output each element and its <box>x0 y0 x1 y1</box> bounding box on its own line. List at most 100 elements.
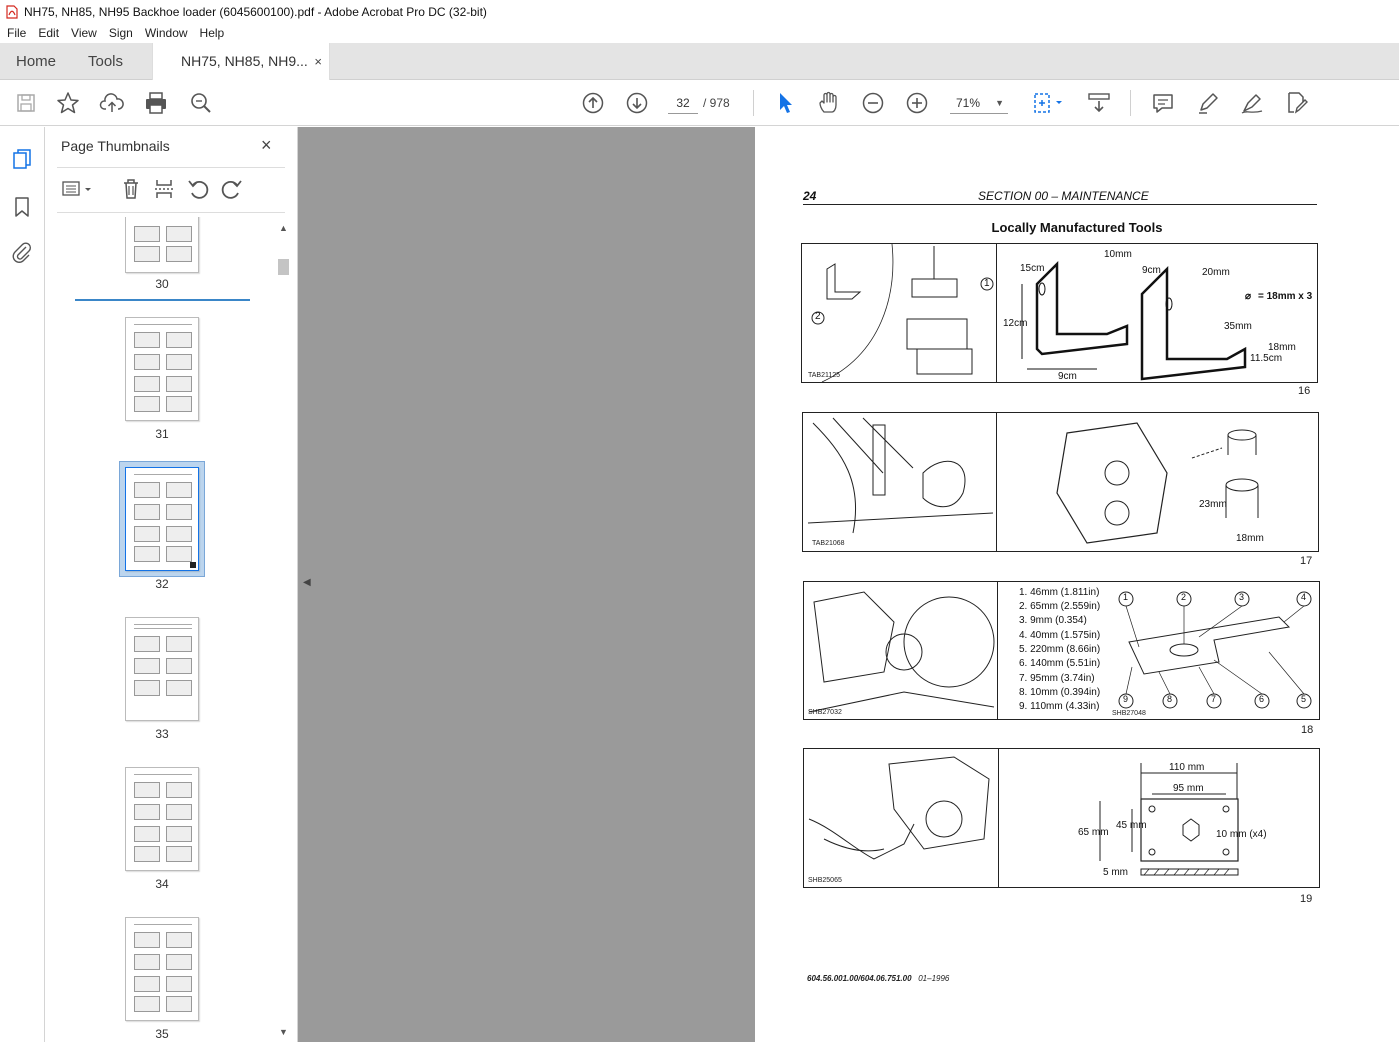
thumbnail-options-icon[interactable] <box>61 177 95 201</box>
attachments-paperclip-icon[interactable] <box>10 240 34 264</box>
figure-code: TAB21125 <box>808 372 841 379</box>
page-thumbnails-icon[interactable] <box>10 147 34 171</box>
main-toolbar: 32 / 978 71% ▼ <box>0 80 1399 126</box>
thumbnail-page-number: 33 <box>155 727 169 741</box>
thumbnail-page[interactable] <box>125 767 199 871</box>
page-thumbnails-panel: Page Thumbnails × 30 31 32 33 34 35 ▲ ▼ <box>45 127 298 1042</box>
thumbnail-resize-handle[interactable] <box>190 562 196 568</box>
document-tab-label: NH75, NH85, NH9... <box>181 53 308 69</box>
section-title: SECTION 00 – MAINTENANCE <box>978 189 1149 203</box>
figure-code: SHB27048 <box>1112 710 1146 717</box>
thumbnail-page[interactable] <box>125 917 199 1021</box>
diameter-symbol: ⌀ <box>1245 291 1252 302</box>
tab-document[interactable]: NH75, NH85, NH9... × <box>152 43 330 80</box>
figure-19-dimension-drawing <box>1099 763 1239 876</box>
thumbnail-page-number: 30 <box>155 277 169 291</box>
thumbnail-page-selected[interactable] <box>125 467 199 571</box>
print-icon[interactable] <box>143 90 169 116</box>
thumbnail-scrollbar[interactable]: ▲ ▼ <box>277 219 291 1039</box>
menu-help[interactable]: Help <box>194 23 231 43</box>
bookmarks-icon[interactable] <box>10 195 34 219</box>
figure-number: 16 <box>1298 385 1311 397</box>
previous-page-icon[interactable] <box>580 90 606 116</box>
upload-cloud-icon[interactable] <box>99 90 125 116</box>
thumbnail-page-number: 35 <box>155 1027 169 1041</box>
menu-window[interactable]: Window <box>139 23 194 43</box>
window-title: NH75, NH85, NH95 Backhoe loader (6045600… <box>24 4 487 19</box>
figure-18: SHB27032 1. 46mm (1.811in) 2. 65mm (2.55… <box>803 581 1320 720</box>
thumbnail-page-number: 32 <box>155 577 169 591</box>
figure-number: 19 <box>1300 893 1313 905</box>
zoom-out-icon[interactable] <box>860 90 886 116</box>
edit-document-icon[interactable] <box>1283 90 1309 116</box>
figure-code: TAB21068 <box>812 540 845 547</box>
tab-tools[interactable]: Tools <box>88 43 123 80</box>
tab-bar: Home Tools NH75, NH85, NH9... × <box>0 43 1399 80</box>
figure-code: SHB25065 <box>808 877 842 884</box>
rotate-counterclockwise-icon[interactable] <box>186 177 210 201</box>
menu-edit[interactable]: Edit <box>32 23 65 43</box>
menu-file[interactable]: File <box>0 23 32 43</box>
page-total-label: / 978 <box>703 96 730 110</box>
close-tab-icon[interactable]: × <box>314 43 322 80</box>
figure-17: TAB21068 23mm 18mm <box>802 412 1319 552</box>
next-page-icon[interactable] <box>624 90 650 116</box>
title-bar: NH75, NH85, NH95 Backhoe loader (6045600… <box>0 0 1399 23</box>
zoom-in-icon[interactable] <box>904 90 930 116</box>
chevron-down-icon: ▼ <box>995 98 1004 108</box>
figure-16: 2 1 TAB21125 10mm 15cm 9cm 20mm ⌀ = 18mm… <box>801 243 1318 383</box>
comment-icon[interactable] <box>1150 90 1176 116</box>
scroll-down-icon[interactable]: ▼ <box>279 1027 288 1037</box>
footer-code: 604.56.001.00/604.06.751.00 <box>807 974 912 983</box>
tab-home[interactable]: Home <box>16 43 56 80</box>
thumbnail-page-number: 34 <box>155 877 169 891</box>
star-bookmark-icon[interactable] <box>55 90 81 116</box>
menu-sign[interactable]: Sign <box>103 23 139 43</box>
zoom-level-value: 71% <box>956 96 981 110</box>
select-cursor-icon[interactable] <box>772 90 798 116</box>
sign-pen-icon[interactable] <box>1239 90 1265 116</box>
menu-bar: File Edit View Sign Window Help <box>0 23 1399 43</box>
navigation-rail <box>0 127 45 1042</box>
toolbar-divider <box>753 90 754 116</box>
hand-tool-icon[interactable] <box>816 90 842 116</box>
scrollbar-thumb[interactable] <box>278 259 289 275</box>
menu-view[interactable]: View <box>65 23 103 43</box>
figure-number: 17 <box>1300 555 1313 567</box>
fit-page-icon[interactable] <box>1030 90 1068 116</box>
panel-divider <box>57 212 285 213</box>
panel-title: Page Thumbnails <box>61 138 170 154</box>
page-footer: 604.56.001.00/604.06.751.00 01–1996 <box>807 974 949 983</box>
acrobat-app-icon <box>6 4 18 19</box>
thumbnail-toolbar <box>59 175 289 205</box>
page-heading: Locally Manufactured Tools <box>991 220 1163 235</box>
close-panel-icon[interactable]: × <box>261 135 272 156</box>
panel-divider <box>57 167 285 168</box>
figure-18-illustration <box>808 591 995 713</box>
save-icon[interactable] <box>13 90 39 116</box>
header-rule <box>803 204 1317 205</box>
collapse-panel-arrow-icon[interactable]: ◀ <box>303 577 311 588</box>
toolbar-divider <box>1130 90 1131 116</box>
thumbnail-list: 30 31 32 33 34 35 <box>45 217 277 1042</box>
figure-number: 18 <box>1301 724 1314 736</box>
scroll-up-icon[interactable]: ▲ <box>279 223 288 233</box>
document-page: 24 SECTION 00 – MAINTENANCE Locally Manu… <box>755 127 1399 1042</box>
zoom-search-icon[interactable] <box>188 90 214 116</box>
scroll-mode-icon[interactable] <box>1086 90 1112 116</box>
figure-code: SHB27032 <box>808 709 842 716</box>
delete-trash-icon[interactable] <box>119 177 143 201</box>
rotate-clockwise-icon[interactable] <box>220 177 244 201</box>
thumbnail-page[interactable] <box>125 317 199 421</box>
zoom-level-select[interactable]: 71% ▼ <box>950 92 1008 114</box>
thumbnail-page[interactable] <box>125 217 199 273</box>
figure-17-dimension-drawing <box>1056 422 1259 544</box>
page-number-input[interactable]: 32 <box>668 92 698 114</box>
thumbnail-page[interactable] <box>125 617 199 721</box>
figure-19-illustration <box>808 756 990 860</box>
footer-date: 01–1996 <box>918 974 950 983</box>
insert-pages-icon[interactable] <box>152 177 176 201</box>
figure-19: SHB25065 110 mm 95 mm 65 mm 45 mm 10 mm … <box>803 748 1320 888</box>
highlight-pen-icon[interactable] <box>1195 90 1221 116</box>
thumbnail-page-number: 31 <box>155 427 169 441</box>
